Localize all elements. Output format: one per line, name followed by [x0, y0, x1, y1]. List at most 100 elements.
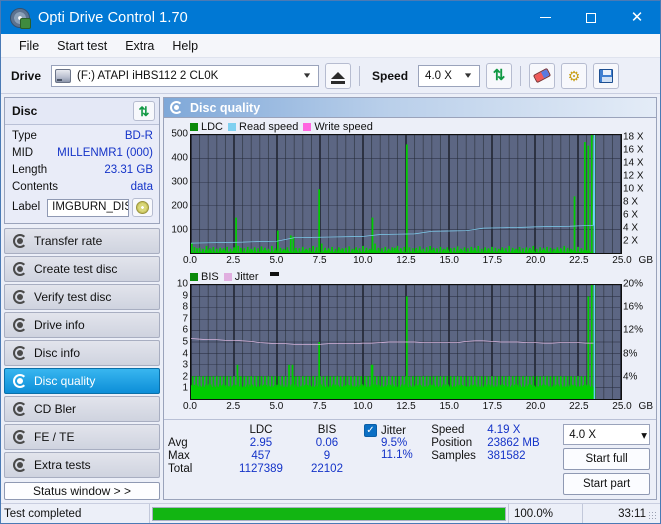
- drive-select[interactable]: (F:) ATAPI iHBS112 2 CL0K ▾: [51, 64, 320, 87]
- chart-bis-jitter-axis: 4% 8% 12% 16% 20%: [622, 279, 656, 400]
- progress-cell: [149, 504, 508, 523]
- x-tick-label: 17.5: [482, 255, 503, 266]
- sidebar-label-extra-tests: Extra tests: [34, 458, 91, 472]
- start-full-button[interactable]: Start full: [563, 448, 650, 470]
- x-tick-label: 25.0: [612, 255, 632, 266]
- sidebar: Disc ⇅ Type BD-R MID MILLENMR1 (000) Len…: [4, 97, 160, 500]
- panel-title: Disc quality: [190, 100, 261, 115]
- save-button[interactable]: [593, 62, 620, 89]
- info-value-position: 23862 MB: [487, 437, 540, 449]
- legend-swatch-write-speed: [303, 123, 312, 131]
- stats-corner: [168, 424, 226, 436]
- drive-label: Drive: [11, 68, 42, 83]
- jitter-checkbox[interactable]: ✓: [364, 424, 377, 437]
- status-window-button[interactable]: Status window > >: [4, 482, 160, 500]
- y2-tick-label: 20%: [623, 278, 644, 290]
- status-message: Test completed: [4, 507, 82, 520]
- gear-icon: ⚙: [567, 67, 581, 84]
- navigation-list: Transfer rate Create test disc Verify te…: [4, 228, 160, 478]
- y2-tick-label: 8%: [623, 348, 638, 360]
- sidebar-item-verify-test-disc[interactable]: Verify test disc: [4, 284, 160, 310]
- y2-tick-label: 14 X: [623, 157, 644, 169]
- close-button[interactable]: ✕: [614, 1, 660, 34]
- disc-refresh-button[interactable]: ⇅: [133, 101, 155, 121]
- sidebar-item-cd-bler[interactable]: CD Bler: [4, 396, 160, 422]
- stats-total-ldc: 1127389: [239, 463, 283, 475]
- disc-test-icon: [13, 458, 27, 472]
- disc-quality-icon: [170, 101, 183, 114]
- sidebar-item-drive-info[interactable]: Drive info: [4, 312, 160, 338]
- jitter-label: Jitter: [381, 424, 406, 437]
- y-tick-label: 2: [182, 371, 188, 383]
- refresh-button[interactable]: ⇅: [486, 62, 513, 89]
- sidebar-item-create-test-disc[interactable]: Create test disc: [4, 256, 160, 282]
- menu-help[interactable]: Help: [163, 37, 207, 55]
- disc-label-input[interactable]: IMGBURN_DIS: [47, 198, 129, 217]
- drive-select-value: (F:) ATAPI iHBS112 2 CL0K: [77, 69, 219, 82]
- resize-grip[interactable]: [648, 511, 658, 521]
- sidebar-label-transfer-rate: Transfer rate: [34, 234, 103, 248]
- eject-icon: [331, 72, 346, 84]
- legend-label-write-speed: Write speed: [314, 121, 373, 133]
- speed-select-value: 4.0 X: [425, 69, 452, 82]
- sidebar-item-fe-te[interactable]: FE / TE: [4, 424, 160, 450]
- x-tick-label: 12.5: [396, 255, 416, 266]
- chart-bis-plot: [190, 284, 622, 400]
- disc-key-contents: Contents: [12, 181, 59, 193]
- sidebar-item-extra-tests[interactable]: Extra tests: [4, 452, 160, 478]
- chart-bis-y-axis: 1 2 3 4 5 6 7 8 9 10: [164, 279, 190, 400]
- sidebar-item-transfer-rate[interactable]: Transfer rate: [4, 228, 160, 254]
- disc-icon: [136, 201, 149, 214]
- disc-value-length: 23.31 GB: [104, 164, 153, 176]
- minimize-button[interactable]: [522, 1, 568, 34]
- toolbar-divider-2: [520, 65, 522, 86]
- chart-bis: BIS Jitter 1 2 3 4 5 6 7 8 9 10 4% 8% 12% 1 6: [164, 270, 656, 416]
- chart-ldc-y-axis: 100 200 300 400 500: [164, 129, 190, 254]
- app-icon: [10, 7, 31, 29]
- maximize-icon: [586, 12, 596, 23]
- disc-key-type: Type: [12, 130, 37, 142]
- y-tick-label: 5: [182, 336, 188, 348]
- x-axis-unit: GB: [638, 401, 653, 412]
- chart-ldc-plot: [190, 134, 622, 254]
- x-tick-label: 10.0: [353, 401, 373, 412]
- toolbar-divider-1: [359, 65, 361, 86]
- disc-label-button[interactable]: [132, 198, 153, 217]
- sidebar-item-disc-quality[interactable]: Disc quality: [4, 368, 160, 394]
- info-key-speed: Speed: [431, 424, 465, 436]
- menu-start-test[interactable]: Start test: [48, 37, 116, 55]
- maximize-button[interactable]: [568, 1, 614, 34]
- disc-row-type: Type BD-R: [12, 128, 153, 145]
- menu-file[interactable]: File: [10, 37, 48, 55]
- stats-avg-bis: 0.06: [315, 437, 339, 449]
- toolbar: Drive (F:) ATAPI iHBS112 2 CL0K ▾ Speed …: [1, 58, 660, 94]
- stats-max-ldc: 457: [251, 450, 271, 462]
- test-speed-select[interactable]: 4.0 X ▾: [563, 424, 650, 445]
- chart-bis-x-axis: 0.0 2.5 5.0 7.5 10.0 12.5 15.0 17.5 20.0 22.5 25.0…: [183, 400, 653, 416]
- disc-panel-title: Disc: [12, 104, 38, 118]
- y-tick-label: 3: [182, 359, 188, 371]
- jitter-column: ✓ Jitter 9.5% 11.1%: [362, 424, 423, 461]
- sidebar-label-disc-quality: Disc quality: [34, 374, 96, 388]
- sidebar-item-disc-info[interactable]: Disc info: [4, 340, 160, 366]
- eject-button[interactable]: [325, 62, 352, 89]
- disc-test-icon: [13, 430, 27, 444]
- erase-button[interactable]: [529, 62, 556, 89]
- y-tick-label: 6: [182, 324, 188, 336]
- start-part-button[interactable]: Start part: [563, 473, 650, 495]
- y2-tick-label: 16 X: [623, 144, 644, 156]
- tools-button[interactable]: ⚙: [561, 62, 588, 89]
- disc-test-icon: [13, 402, 27, 416]
- x-tick-label: 0.0: [183, 255, 197, 266]
- chart-bis-svg: [191, 285, 621, 399]
- legend-read-speed: Read speed: [228, 121, 298, 133]
- y2-tick-label: 2 X: [623, 235, 639, 247]
- y-tick-label: 10: [176, 278, 188, 290]
- disc-row-mid: MID MILLENMR1 (000): [12, 145, 153, 162]
- info-key-samples: Samples: [431, 450, 476, 462]
- chart-ldc-speed-axis: 2 X4 X6 X8 X 10 X 12 X 14 X 16 X 18 X: [622, 132, 656, 254]
- disc-key-label: Label: [12, 201, 41, 213]
- test-info-table: Speed 4.19 X Position 23862 MB Samples 3…: [431, 424, 559, 462]
- menu-extra[interactable]: Extra: [116, 37, 163, 55]
- speed-select[interactable]: 4.0 X ▾: [418, 64, 481, 87]
